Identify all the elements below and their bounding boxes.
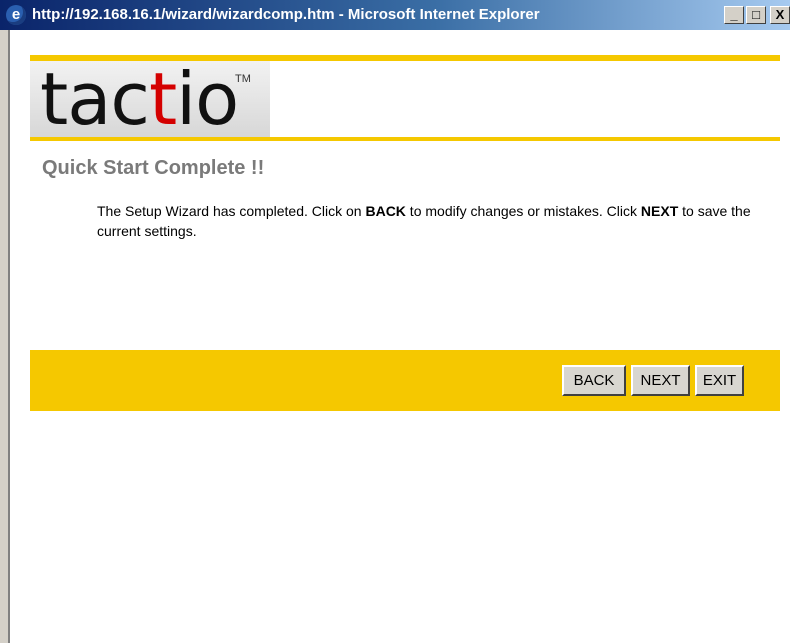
description-text-2: to modify changes or mistakes. Click xyxy=(405,203,641,219)
logo-wordmark: tactio xyxy=(40,57,239,141)
exit-button[interactable]: EXIT xyxy=(695,365,744,396)
window-title: http://192.168.16.1/wizard/wizardcomp.ht… xyxy=(32,6,540,23)
button-bar: BACK NEXT EXIT xyxy=(30,350,780,411)
back-button[interactable]: BACK xyxy=(562,365,626,396)
minimize-button[interactable]: _ xyxy=(724,6,744,24)
logo-trademark: TM xyxy=(235,73,251,85)
description-back-keyword: BACK xyxy=(365,203,406,219)
header-bottom-divider xyxy=(30,137,780,141)
tactio-logo: tactio TM xyxy=(30,57,270,141)
description-next-keyword: NEXT xyxy=(640,203,679,219)
browser-frame-border xyxy=(0,30,10,643)
window-titlebar[interactable]: e http://192.168.16.1/wizard/wizardcomp.… xyxy=(0,0,790,30)
logo-accent-letter: t xyxy=(148,57,177,141)
logo-prefix: tac xyxy=(40,57,150,141)
wizard-description: The Setup Wizard has completed. Click on… xyxy=(97,201,772,241)
internet-explorer-icon: e xyxy=(6,5,26,25)
logo-suffix: io xyxy=(176,57,239,141)
next-button[interactable]: NEXT xyxy=(631,365,690,396)
description-text-1: The Setup Wizard has completed. Click on xyxy=(97,203,366,219)
page-title: Quick Start Complete !! xyxy=(42,157,265,179)
maximize-button[interactable]: □ xyxy=(746,6,766,24)
close-button[interactable]: X xyxy=(770,6,790,24)
